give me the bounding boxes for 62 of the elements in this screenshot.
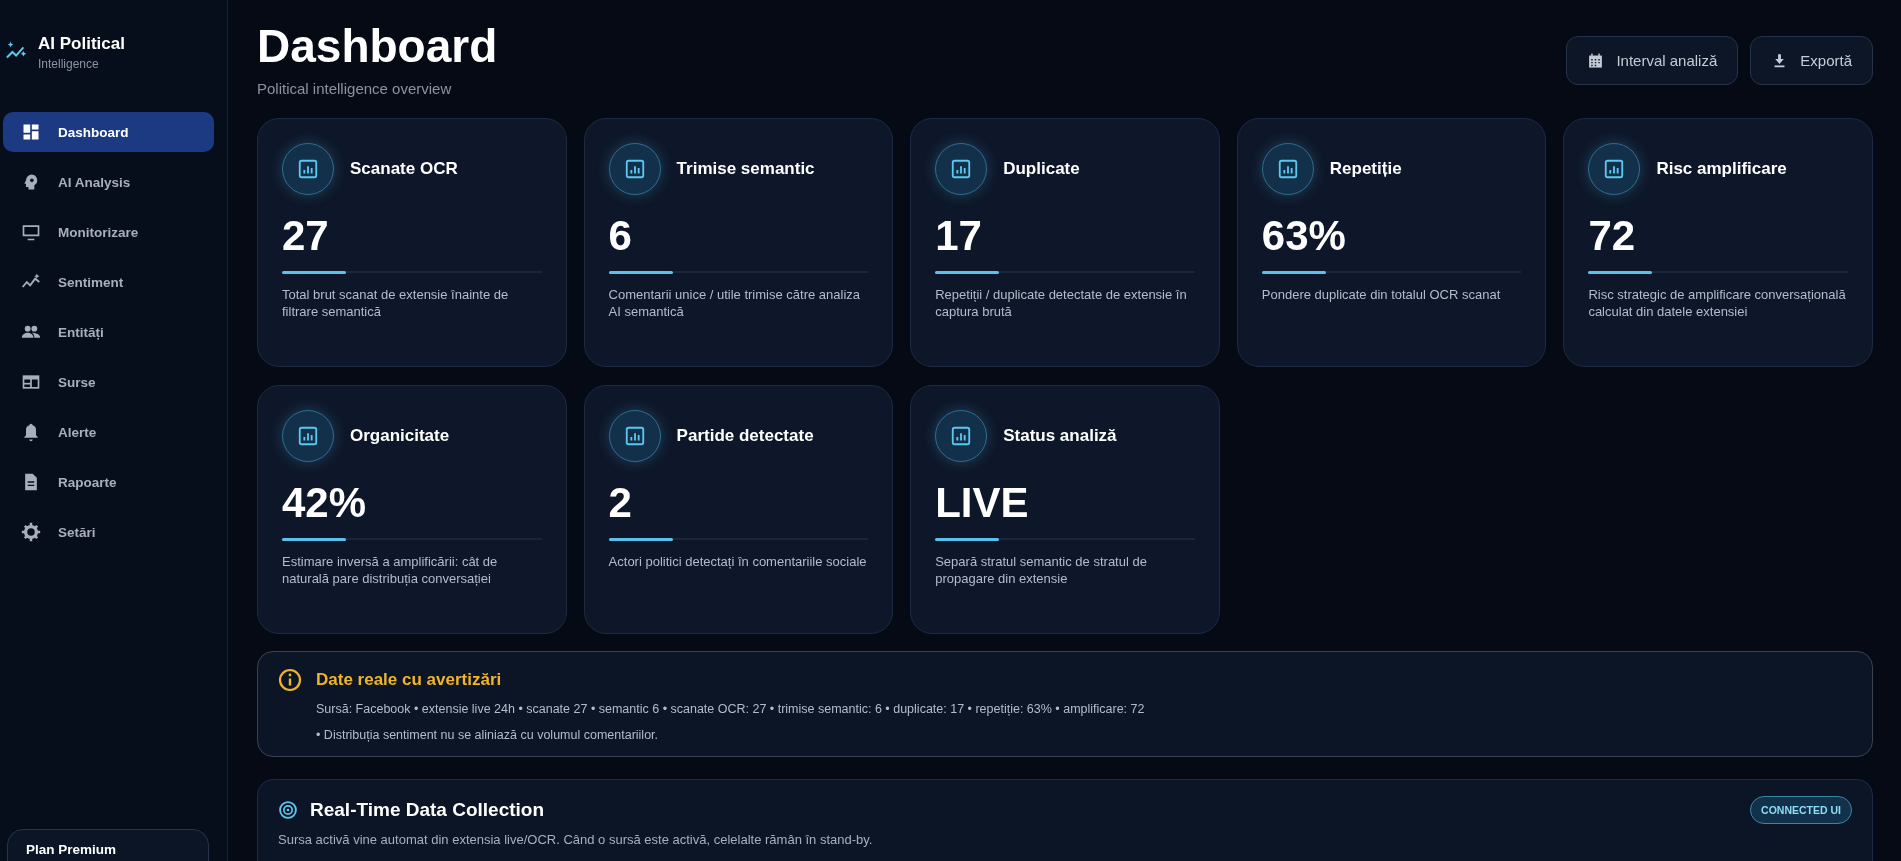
- metric-description: Actori politici detectați în comentariile sociale: [608, 554, 868, 571]
- metric-title: Scanate OCR: [350, 159, 458, 180]
- sidebar-item[interactable]: Monitorizare: [3, 212, 214, 252]
- warning-text: • Distribuția sentiment nu se aliniază cu volumul comentariilor.: [316, 728, 660, 743]
- bar-chart-icon: [282, 143, 334, 196]
- export-button[interactable]: Exportă: [1750, 36, 1873, 85]
- metric-value: 6: [608, 213, 633, 260]
- bar-chart-icon: [608, 143, 661, 196]
- metric-title: Risc amplificare: [1656, 159, 1787, 180]
- metric-title: Partide detectate: [676, 426, 814, 447]
- sidebar-item[interactable]: Rapoarte: [3, 462, 214, 502]
- metric-description: Comentarii unice / utile trimise către analiza AI semantică: [608, 287, 862, 320]
- metric-value: 42%: [282, 480, 368, 527]
- metric-title: Duplicate: [1003, 159, 1080, 180]
- metric-title: Repetiție: [1329, 159, 1402, 180]
- realtime-title: Real-Time Data Collection: [310, 799, 546, 822]
- metric-value: LIVE: [935, 480, 1030, 527]
- bar-chart-icon: [935, 143, 988, 196]
- monitor-icon: [21, 222, 41, 242]
- brand-title: AI Political: [38, 34, 125, 54]
- metric-description: Separă stratul semantic de stratul de propagare din extensie: [935, 554, 1148, 587]
- plan-title: Plan Premium: [26, 842, 117, 857]
- metric-description: Total brut scanat de extensie înainte de filtrare semantică: [282, 287, 510, 320]
- page-subtitle: Political intelligence overview: [257, 80, 453, 98]
- metric-title: Organicitate: [350, 426, 450, 447]
- warning-title: Date reale cu avertizări: [316, 670, 503, 691]
- metric-description: Repetiții / duplicate detectate de extensie în captura brută: [935, 287, 1188, 320]
- metric-value: 2: [608, 480, 633, 527]
- dashboard-icon: [21, 122, 41, 142]
- metric-description: Pondere duplicate din totalul OCR scanat: [1261, 287, 1502, 304]
- realtime-description: Sursa activă vine automat din extensia live/OCR. Când o sursă este activă, celelalte rămân în stand-by.: [278, 832, 874, 848]
- sidebar-item[interactable]: Sentiment: [3, 262, 214, 302]
- metric-value: 72: [1588, 213, 1637, 260]
- bell-icon: [21, 422, 41, 442]
- table-icon: [21, 372, 41, 392]
- target-icon: [278, 800, 298, 821]
- metric-value: 17: [935, 213, 983, 260]
- sidebar-item[interactable]: Setări: [3, 512, 214, 552]
- bar-chart-icon: [1261, 143, 1314, 196]
- sidebar-item[interactable]: Entități: [3, 312, 214, 352]
- bar-chart-icon: [608, 410, 661, 463]
- info-icon: [278, 668, 302, 693]
- page-title: Dashboard: [257, 22, 498, 71]
- brand-subtitle: Intelligence: [38, 57, 100, 71]
- settings-icon: [21, 522, 41, 542]
- metric-description: Estimare inversă a amplificării: cât de naturală pare distribuția conversației: [282, 554, 499, 587]
- bar-chart-icon: [1588, 143, 1641, 196]
- metric-title: Status analiză: [1003, 426, 1117, 447]
- warning-text: Sursă: Facebook • extensie live 24h • scanate 27 • semantic 6 • scanate OCR: 27 • trimise semantic: 6 • duplicate: 17 • repetiție: 63% • amplificare: 72: [316, 702, 1145, 717]
- status-badge: CONNECTED UI: [1750, 796, 1852, 825]
- metric-value: 27: [282, 213, 330, 260]
- date-range-button[interactable]: Interval analiză: [1566, 36, 1739, 85]
- sidebar-item[interactable]: Surse: [3, 362, 214, 402]
- metric-value: 63%: [1261, 213, 1347, 260]
- calendar-icon: [1587, 52, 1605, 69]
- sidebar-item[interactable]: AI Analysis: [3, 162, 214, 202]
- metric-description: Risc strategic de amplificare conversațională calculat din datele extensiei: [1588, 287, 1847, 320]
- sidebar-item[interactable]: Dashboard: [3, 112, 214, 152]
- bar-chart-icon: [282, 410, 334, 463]
- bar-chart-icon: [935, 410, 988, 463]
- sidebar-item[interactable]: Alerte: [3, 412, 214, 452]
- metric-title: Trimise semantic: [676, 159, 815, 180]
